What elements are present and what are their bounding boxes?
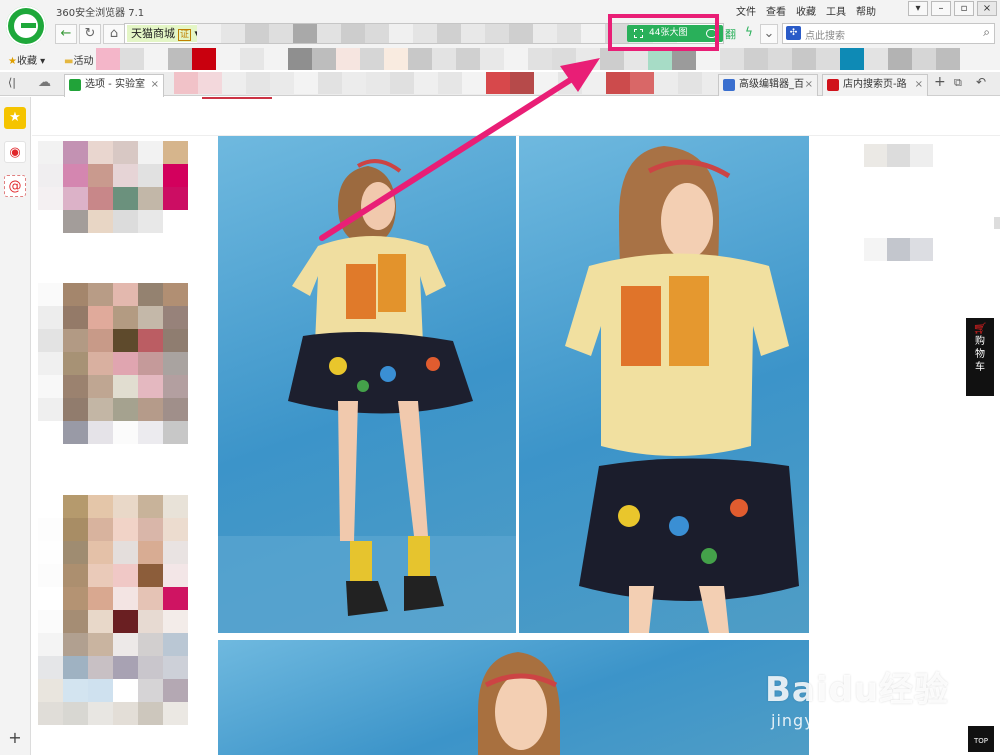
baidu-watermark: Baidu经验 jingyan.baidu.com (765, 662, 949, 730)
watermark-brand: Baidu经验 (765, 670, 950, 710)
watermark-url: jingyan.baidu.com (771, 711, 936, 730)
annotation-arrow (319, 58, 600, 241)
browser-logo-icon[interactable] (6, 6, 46, 46)
